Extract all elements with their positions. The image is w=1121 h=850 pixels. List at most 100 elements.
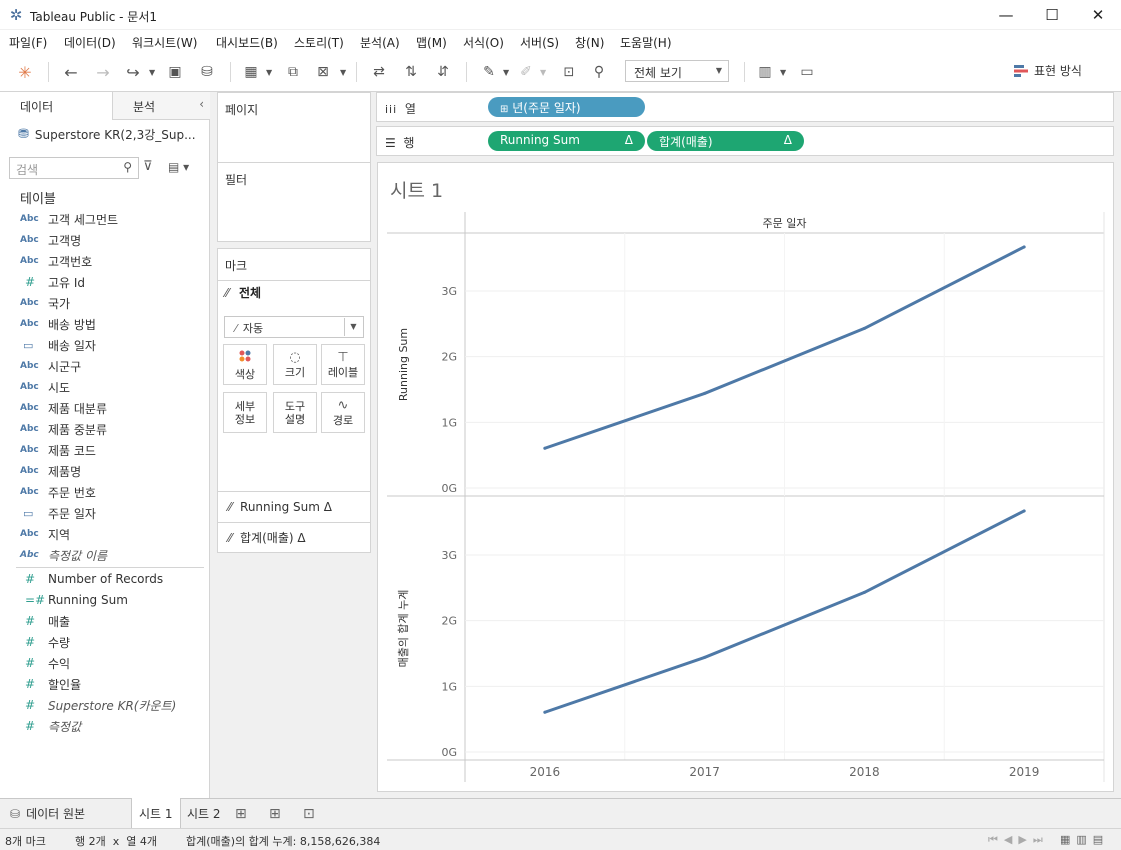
tab-sheet-1[interactable]: 시트 1 [131, 798, 181, 828]
search-input[interactable]: 검색 ⚲ [9, 157, 139, 179]
field-item[interactable]: Abc 제품 중분류 [20, 419, 107, 439]
tab-datasource[interactable]: ⛁ 데이터 원본 [3, 799, 92, 828]
field-item[interactable]: Abc 주문 번호 [20, 482, 96, 502]
maximize-button[interactable]: ☐ [1029, 0, 1075, 30]
show-me-button[interactable]: 표현 방식 [1014, 62, 1082, 79]
clear-dropdown-icon[interactable]: ▼ [340, 68, 346, 77]
field-item[interactable]: # 수익 [20, 653, 70, 673]
row-pill-running-sum[interactable]: Running Sum Δ [488, 131, 645, 151]
presentation-mode-icon[interactable]: ▭ [796, 60, 818, 84]
tab-data[interactable]: 데이터 [0, 92, 112, 120]
menu-analysis[interactable]: 분석(A) [360, 34, 400, 51]
tab-analysis[interactable]: 분석 ‹ [112, 92, 210, 120]
save-icon[interactable]: ▣ [164, 60, 186, 84]
filter-icon[interactable]: ⊽ [143, 159, 153, 174]
tableau-home-icon[interactable]: ✳ [14, 60, 36, 84]
menu-story[interactable]: 스토리(T) [294, 34, 344, 51]
highlight-icon[interactable]: ✎ [478, 60, 500, 84]
undo-icon[interactable]: ← [60, 60, 82, 84]
new-worksheet-icon[interactable]: ⊞ [228, 799, 254, 828]
field-item[interactable]: Abc 고객명 [20, 230, 81, 250]
new-story-icon[interactable]: ⊡ [296, 799, 322, 828]
path-button[interactable]: ∿ 경로 [321, 392, 365, 433]
line-chart[interactable]: 주문 일자 0G 1G 2G 3G Running Sum 0G 1G 2G 3G 매출의 합계 누… [377, 162, 1114, 792]
field-item[interactable]: Abc 측정값 이름 [20, 545, 107, 565]
field-item[interactable]: Abc 제품 코드 [20, 440, 96, 460]
field-item[interactable]: # 고유 Id [20, 272, 85, 292]
status-sum: 합계(매출)의 합계 누계: 8,158,626,384 [186, 835, 381, 848]
replay-dropdown-icon[interactable]: ▼ [149, 68, 155, 77]
field-item[interactable]: Abc 국가 [20, 293, 70, 313]
color-button[interactable]: 색상 [223, 344, 267, 385]
group-icon[interactable]: ✐ [515, 60, 537, 84]
replay-icon[interactable]: ↪ [122, 60, 144, 84]
field-item[interactable]: Abc 시군구 [20, 356, 81, 376]
sheet-nav-icons[interactable]: ⏮◀▶⏭ [988, 833, 1049, 847]
menu-file[interactable]: 파일(F) [9, 34, 47, 51]
mark-type-select[interactable]: ⁄ 자동 ▼ [224, 316, 364, 338]
marks-all-tab[interactable]: ⁄⁄ 전체 [225, 284, 261, 301]
window-title: Tableau Public - 문서1 [30, 10, 157, 24]
tab-sheet-2[interactable]: 시트 2 [180, 799, 228, 828]
field-item[interactable]: Abc 제품 대분류 [20, 398, 107, 418]
fix-axes-icon[interactable]: ⚲ [588, 60, 610, 84]
field-item[interactable]: # 매출 [20, 611, 70, 631]
minimize-button[interactable]: — [983, 0, 1029, 30]
rows-shelf[interactable]: ☰ 행 Running Sum Δ 합계(매출) Δ [376, 126, 1114, 156]
menu-window[interactable]: 창(N) [575, 34, 604, 51]
field-item[interactable]: # 수량 [20, 632, 70, 652]
field-item[interactable]: # Number of Records [20, 569, 163, 589]
menu-server[interactable]: 서버(S) [520, 34, 559, 51]
menu-help[interactable]: 도움말(H) [620, 34, 672, 51]
filters-card[interactable]: 필터 [217, 162, 371, 242]
group-dropdown-icon[interactable]: ▼ [540, 68, 546, 77]
field-item[interactable]: ▭ 배송 일자 [20, 335, 96, 355]
field-item[interactable]: =# Running Sum [20, 590, 128, 610]
marks-tab-running-sum[interactable]: ⁄⁄ Running Sum Δ [218, 491, 370, 521]
field-item[interactable]: # 할인율 [20, 674, 81, 694]
view-mode-icons[interactable]: ▦▥▤ [1060, 833, 1109, 846]
field-item[interactable]: Abc 지역 [20, 524, 70, 544]
detail-button[interactable]: 세부 정보 [223, 392, 267, 433]
field-item[interactable]: # 측정값 [20, 716, 81, 736]
field-item[interactable]: Abc 배송 방법 [20, 314, 96, 334]
show-labels-icon[interactable]: ⊡ [558, 60, 580, 84]
field-item[interactable]: Abc 제품명 [20, 461, 81, 481]
view-fit-select[interactable]: 전체 보기 ▼ [625, 60, 729, 82]
sort-descending-icon[interactable]: ⇵ [432, 60, 454, 84]
close-button[interactable]: ✕ [1075, 0, 1121, 30]
duplicate-sheet-icon[interactable]: ⧉ [282, 60, 304, 84]
swap-axes-icon[interactable]: ⇄ [368, 60, 390, 84]
field-item[interactable]: Abc 고객번호 [20, 251, 92, 271]
show-cards-dropdown-icon[interactable]: ▼ [780, 68, 786, 77]
highlight-dropdown-icon[interactable]: ▼ [503, 68, 509, 77]
menu-format[interactable]: 서식(O) [463, 34, 504, 51]
size-button[interactable]: ◌ 크기 [273, 344, 317, 385]
field-item[interactable]: Abc 시도 [20, 377, 70, 397]
datasource-item[interactable]: ⛃ Superstore KR(2,3강_Sup... [18, 126, 196, 143]
new-worksheet-dropdown-icon[interactable]: ▼ [266, 68, 272, 77]
marks-tab-sum-sales[interactable]: ⁄⁄ 합계(매출) Δ [218, 522, 370, 552]
tableau-logo-icon: ✲ [9, 6, 23, 24]
new-datasource-icon[interactable]: ⛁ [196, 60, 218, 84]
field-item[interactable]: # Superstore KR(카운트) [20, 695, 176, 715]
column-pill-year[interactable]: ⊞ 년(주문 일자) [488, 97, 645, 117]
menu-worksheet[interactable]: 워크시트(W) [132, 34, 197, 51]
field-item[interactable]: ▭ 주문 일자 [20, 503, 96, 523]
show-cards-icon[interactable]: ▥ [754, 60, 776, 84]
label-button[interactable]: ⊤ 레이블 [321, 344, 365, 385]
clear-sheet-icon[interactable]: ⊠ [312, 60, 334, 84]
sort-ascending-icon[interactable]: ⇅ [400, 60, 422, 84]
tooltip-button[interactable]: 도구 설명 [273, 392, 317, 433]
redo-icon[interactable]: → [92, 60, 114, 84]
new-dashboard-icon[interactable]: ⊞ [262, 799, 288, 828]
view-options-icon[interactable]: ▤ ▾ [168, 160, 189, 174]
new-worksheet-icon[interactable]: ▦ [240, 60, 262, 84]
field-item[interactable]: Abc 고객 세그먼트 [20, 209, 118, 229]
menu-dashboard[interactable]: 대시보드(B) [216, 34, 278, 51]
row-pill-sum-sales[interactable]: 합계(매출) Δ [647, 131, 804, 151]
columns-shelf[interactable]: iii 열 ⊞ 년(주문 일자) [376, 92, 1114, 122]
collapse-pane-icon[interactable]: ‹ [199, 97, 204, 111]
menu-data[interactable]: 데이터(D) [64, 34, 116, 51]
menu-map[interactable]: 맵(M) [416, 34, 447, 51]
